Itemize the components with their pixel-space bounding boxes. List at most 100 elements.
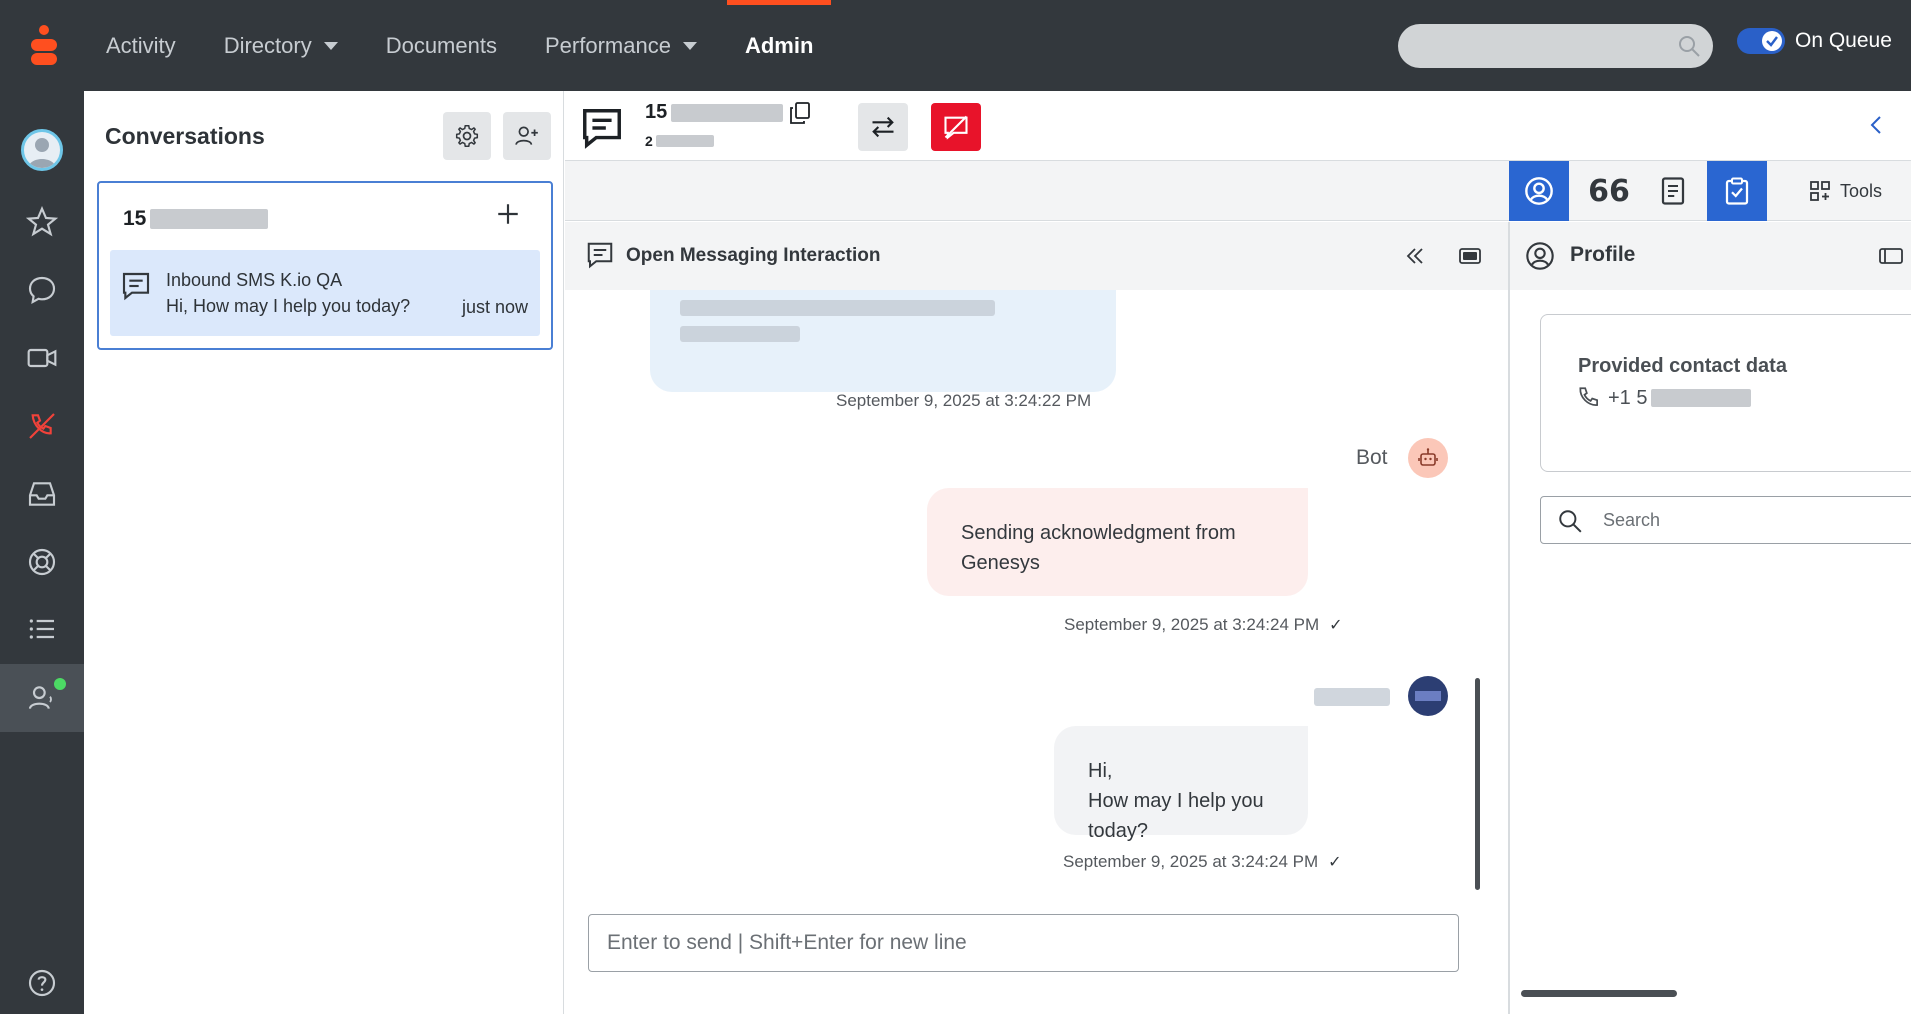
- profile-header: Profile: [1510, 222, 1911, 290]
- toggle-knob: [1762, 31, 1782, 51]
- interaction-subnumber-prefix: 2: [645, 133, 653, 149]
- list-icon: [29, 619, 54, 639]
- rail-list[interactable]: [0, 597, 84, 661]
- panel-icon: [1459, 248, 1481, 264]
- nav-activity-label: Activity: [106, 32, 176, 58]
- chevron-down-icon: [682, 41, 697, 50]
- redacted-phone: [1651, 389, 1752, 407]
- interaction-number-prefix: 15: [645, 101, 668, 123]
- profile-search-input[interactable]: Search: [1540, 496, 1911, 544]
- nav-performance[interactable]: Performance: [521, 0, 721, 91]
- add-user-icon: [515, 126, 538, 145]
- profile-icon: [1524, 240, 1556, 272]
- tool-wrapup[interactable]: [1707, 161, 1767, 221]
- on-queue-label: On Queue: [1795, 29, 1892, 52]
- search-icon[interactable]: [1677, 34, 1701, 58]
- copy-button[interactable]: [788, 101, 812, 125]
- rail-inbox[interactable]: [0, 462, 84, 526]
- conversation-item-preview: Hi, How may I help you today?: [166, 296, 411, 316]
- add-button[interactable]: [495, 201, 521, 227]
- app-window: Activity Directory Documents Performance…: [0, 0, 1911, 1014]
- chevron-down-icon: [323, 41, 338, 50]
- profile-title: Profile: [1570, 243, 1636, 266]
- chevron-left-icon: [1870, 116, 1881, 134]
- phone-icon: [1579, 387, 1598, 406]
- on-queue-toggle[interactable]: On Queue: [1737, 28, 1892, 54]
- bot-message-bubble: Sending acknowledgment from Genesys: [927, 488, 1308, 596]
- add-participant-button[interactable]: [503, 112, 551, 160]
- end-interaction-button[interactable]: [931, 103, 981, 151]
- rail-chat[interactable]: [0, 258, 84, 322]
- chat-transcript: September 9, 2025 at 3:24:22 PM Bot Send…: [565, 290, 1508, 1014]
- transfer-button[interactable]: [858, 103, 908, 151]
- double-chevron-left-icon: [1406, 248, 1423, 264]
- rail-phone[interactable]: [0, 394, 84, 458]
- interaction-subnumber: 2: [645, 133, 714, 149]
- copy-icon: [790, 102, 810, 124]
- message-text: How may I help you today?: [1088, 790, 1264, 842]
- panel-toggle-button[interactable]: [1458, 244, 1482, 268]
- genesys-logo[interactable]: [22, 22, 66, 70]
- nav-documents[interactable]: Documents: [362, 0, 521, 91]
- apps-add-icon: [1810, 181, 1830, 201]
- main-nav: Activity Directory Documents Performance…: [82, 0, 837, 91]
- panel-toggle-button[interactable]: [1879, 246, 1903, 266]
- composer-placeholder: Enter to send | Shift+Enter for new line: [607, 931, 967, 954]
- message-icon: [585, 240, 615, 270]
- nav-activity[interactable]: Activity: [82, 0, 200, 91]
- toggle-switch[interactable]: [1737, 28, 1785, 54]
- profile-horizontal-scrollbar[interactable]: [1521, 990, 1677, 997]
- clipboard-check-icon: [1725, 177, 1749, 205]
- rail-favorites[interactable]: [0, 190, 84, 254]
- conversation-card-title: 15: [123, 207, 269, 231]
- interaction-number: 15: [645, 101, 784, 124]
- global-search-input[interactable]: [1398, 24, 1713, 68]
- conversations-panel: Conversations 15 Inbound SMS K.io QA Hi,…: [84, 91, 564, 1014]
- contact-data-heading: Provided contact data: [1578, 355, 1787, 377]
- chat-header: Open Messaging Interaction: [565, 222, 1508, 290]
- agent-avatar: [1408, 676, 1448, 716]
- nav-admin[interactable]: Admin: [721, 0, 837, 91]
- agent-message-bubble: Hi, How may I help you today?: [1054, 726, 1308, 842]
- rail-video[interactable]: [0, 326, 84, 390]
- tool-more-tools[interactable]: Tools: [1790, 161, 1900, 221]
- message-timestamp-row: September 9, 2025 at 3:24:24 PM ✓: [1063, 852, 1342, 872]
- collapse-chat-button[interactable]: [1403, 244, 1427, 268]
- bot-avatar: [1408, 438, 1448, 478]
- nav-documents-label: Documents: [385, 32, 497, 58]
- presence-dot: [54, 678, 66, 690]
- message-timestamp: September 9, 2025 at 3:24:22 PM: [836, 391, 1092, 410]
- message-text: Sending acknowledgment from: [961, 522, 1236, 544]
- nav-directory[interactable]: Directory: [200, 0, 362, 91]
- collapse-panel-button[interactable]: [1865, 113, 1889, 137]
- help-icon: [28, 969, 56, 997]
- lifebuoy-icon: [28, 548, 56, 576]
- rail-avatar[interactable]: [0, 118, 84, 182]
- end-chat-icon: [944, 115, 968, 140]
- message-timestamp: September 9, 2025 at 3:24:24 PM: [1064, 615, 1320, 634]
- contact-phone[interactable]: +1 5: [1576, 385, 1752, 411]
- tool-profile[interactable]: [1509, 161, 1569, 221]
- sender-name: Bot: [1356, 446, 1388, 469]
- panel-icon: [1879, 248, 1903, 264]
- rail-support[interactable]: [0, 530, 84, 594]
- inbox-icon: [28, 482, 56, 506]
- message-timestamp-row: September 9, 2025 at 3:24:24 PM ✓: [1064, 615, 1343, 635]
- conversation-card[interactable]: 15 Inbound SMS K.io QA Hi, How may I hel…: [97, 181, 553, 350]
- phone-off-icon: [29, 413, 55, 439]
- nav-admin-label: Admin: [744, 32, 814, 58]
- conversation-list-item[interactable]: Inbound SMS K.io QA Hi, How may I help y…: [110, 250, 540, 336]
- video-icon: [27, 348, 57, 368]
- redacted-sender-name: [1314, 688, 1390, 706]
- settings-button[interactable]: [443, 112, 491, 160]
- robot-icon: [1418, 448, 1438, 466]
- transfer-icon: [872, 116, 894, 138]
- chat-scrollbar[interactable]: [1475, 678, 1480, 890]
- message-composer-input[interactable]: Enter to send | Shift+Enter for new line: [588, 914, 1459, 972]
- rail-help[interactable]: [0, 951, 84, 1014]
- interaction-header: 15 2: [565, 91, 1911, 161]
- tool-quick-responses[interactable]: 66: [1579, 161, 1639, 221]
- rail-agent-status[interactable]: [0, 664, 84, 732]
- tool-notes[interactable]: [1643, 161, 1703, 221]
- message-icon: [120, 270, 152, 302]
